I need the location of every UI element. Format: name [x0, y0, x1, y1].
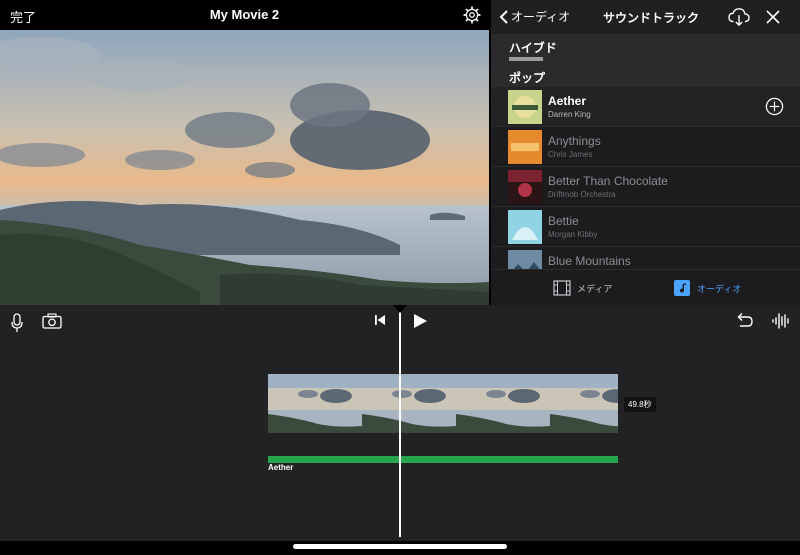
camera-icon[interactable] — [42, 313, 62, 329]
music-note-icon — [674, 280, 690, 296]
clip-frame — [550, 374, 618, 433]
track-name: Bettie — [548, 214, 579, 228]
section-hybrid-label: ハイブド — [509, 41, 557, 55]
track-name: Better Than Chocolate — [548, 174, 668, 188]
playhead-marker — [393, 305, 407, 313]
play-icon[interactable] — [412, 313, 428, 329]
section-pop[interactable]: ポップ — [491, 64, 800, 88]
list-item[interactable]: Better Than Chocolate Driftmob Orchestra — [491, 167, 800, 207]
panel-title: サウンドトラック — [603, 11, 700, 25]
list-item[interactable]: Anythings Chris James — [491, 127, 800, 167]
track-artist: Driftmob Orchestra — [548, 190, 616, 199]
track-list[interactable]: Aether Darren King Anythings Chris James — [491, 87, 800, 269]
tab-audio-label: オーディオ — [697, 283, 742, 294]
film-icon — [553, 280, 571, 296]
track-name: Aether — [548, 94, 587, 108]
video-preview[interactable] — [0, 30, 489, 305]
gear-icon[interactable] — [463, 6, 481, 24]
album-art — [508, 170, 542, 204]
add-icon[interactable] — [765, 97, 784, 116]
preview-landscape-image — [0, 30, 489, 305]
track-artist: Darren King — [548, 110, 591, 119]
album-art — [508, 250, 542, 269]
list-item[interactable]: Aether Darren King — [491, 87, 800, 127]
clip-frame — [362, 374, 456, 433]
undo-icon[interactable] — [735, 312, 753, 328]
track-artist: Morgan Kibby — [548, 230, 598, 239]
viewer-top-bar: 完了 My Movie 2 — [0, 0, 489, 30]
track-name: Blue Mountains — [548, 254, 631, 268]
album-art — [508, 90, 542, 124]
skip-to-start-icon[interactable] — [374, 313, 386, 327]
microphone-icon[interactable] — [10, 313, 24, 333]
section-pop-label: ポップ — [509, 71, 546, 85]
panel-tab-bar: メディア オーディオ — [491, 269, 800, 305]
tab-media-label: メディア — [577, 283, 613, 294]
home-indicator[interactable] — [293, 544, 507, 549]
album-art — [508, 210, 542, 244]
clip-frame — [268, 374, 362, 433]
tab-audio[interactable]: オーディオ — [673, 280, 741, 296]
back-button[interactable]: オーディオ — [499, 8, 570, 25]
chevron-left-icon — [499, 9, 508, 24]
audio-track-bar[interactable] — [268, 456, 618, 463]
list-item[interactable]: Blue Mountains — [491, 247, 800, 269]
movie-title: My Movie 2 — [209, 7, 280, 22]
back-label: オーディオ — [511, 10, 571, 24]
tab-media[interactable]: メディア — [553, 280, 612, 296]
clip-duration-badge: 49.8秒 — [624, 397, 656, 412]
audio-waveform-icon[interactable] — [771, 312, 791, 330]
clip-frame — [456, 374, 550, 433]
audio-track-label: Aether — [268, 463, 294, 472]
soundtrack-panel: オーディオ サウンドトラック ハイブド ポップ Aether Darren Ki… — [491, 0, 800, 305]
panel-header: オーディオ サウンドトラック — [491, 0, 800, 34]
video-clip[interactable] — [268, 374, 618, 433]
close-icon[interactable] — [766, 10, 780, 24]
track-name: Anythings — [548, 134, 601, 148]
track-artist: Chris James — [548, 150, 593, 159]
list-item[interactable]: Bettie Morgan Kibby — [491, 207, 800, 247]
playhead[interactable] — [399, 312, 401, 537]
album-art — [508, 130, 542, 164]
section-hybrid-indicator — [509, 57, 543, 61]
cloud-download-icon[interactable] — [728, 7, 750, 27]
section-hybrid[interactable]: ハイブド — [491, 34, 800, 64]
